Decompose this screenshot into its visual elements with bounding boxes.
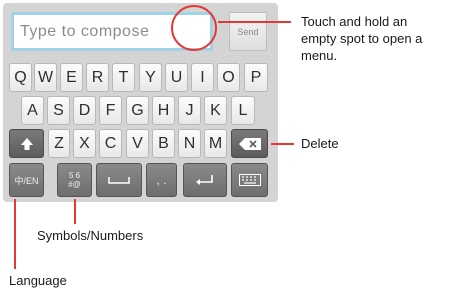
- key-b[interactable]: B: [152, 129, 175, 158]
- key-o[interactable]: O: [217, 63, 240, 92]
- key-w[interactable]: W: [34, 63, 57, 92]
- key-n[interactable]: N: [178, 129, 201, 158]
- language-callout: Language: [9, 273, 67, 288]
- key-g[interactable]: G: [126, 96, 149, 125]
- key-l[interactable]: L: [231, 96, 255, 125]
- enter-key[interactable]: [183, 163, 227, 197]
- language-callout-line: [14, 199, 16, 269]
- menu-callout-line-3: menu.: [301, 48, 338, 63]
- shift-icon: [20, 137, 33, 150]
- key-i[interactable]: I: [191, 63, 214, 92]
- menu-callout-line-1: Touch and hold an: [301, 14, 408, 29]
- space-icon: [108, 177, 130, 184]
- language-key[interactable]: 中/EN: [9, 163, 44, 197]
- backspace-icon: [238, 137, 261, 150]
- menu-callout-line-2: empty spot to open a: [301, 31, 423, 46]
- key-t[interactable]: T: [112, 63, 135, 92]
- key-x[interactable]: X: [73, 129, 96, 158]
- key-v[interactable]: V: [126, 129, 149, 158]
- key-j[interactable]: J: [178, 96, 201, 125]
- key-h[interactable]: H: [152, 96, 175, 125]
- menu-callout-line: [218, 21, 291, 23]
- key-s[interactable]: S: [47, 96, 70, 125]
- keyboard-hide-key[interactable]: [231, 163, 268, 197]
- symbols-key-bottom: #@: [68, 180, 81, 189]
- key-r[interactable]: R: [86, 63, 109, 92]
- symbols-callout-line: [74, 199, 76, 224]
- key-y[interactable]: Y: [139, 63, 162, 92]
- key-e[interactable]: E: [60, 63, 83, 92]
- compose-placeholder: Type to compose: [20, 22, 150, 40]
- key-z[interactable]: Z: [48, 129, 70, 158]
- keyboard-hide-icon: [238, 174, 261, 186]
- shift-key[interactable]: [9, 129, 44, 158]
- delete-callout: Delete: [301, 136, 339, 151]
- key-m[interactable]: M: [204, 129, 227, 158]
- send-button[interactable]: Send: [229, 12, 267, 51]
- key-c[interactable]: C: [99, 129, 122, 158]
- symbols-key-top: 5 6: [68, 171, 81, 180]
- key-f[interactable]: F: [99, 96, 122, 125]
- menu-callout: Touch and hold an empty spot to open a m…: [301, 13, 422, 64]
- highlight-circle: [171, 5, 217, 51]
- key-q[interactable]: Q: [9, 63, 32, 92]
- key-a[interactable]: A: [21, 96, 44, 125]
- key-k[interactable]: K: [204, 96, 227, 125]
- delete-callout-line: [271, 143, 294, 145]
- key-p[interactable]: P: [244, 63, 268, 92]
- enter-icon: [196, 175, 213, 185]
- backspace-key[interactable]: [231, 129, 268, 158]
- key-u[interactable]: U: [165, 63, 188, 92]
- key-d[interactable]: D: [73, 96, 96, 125]
- symbols-key[interactable]: 5 6 #@: [57, 163, 92, 197]
- symbols-callout: Symbols/Numbers: [37, 228, 144, 243]
- comma-period-key[interactable]: , .: [146, 163, 177, 197]
- space-key[interactable]: [96, 163, 142, 197]
